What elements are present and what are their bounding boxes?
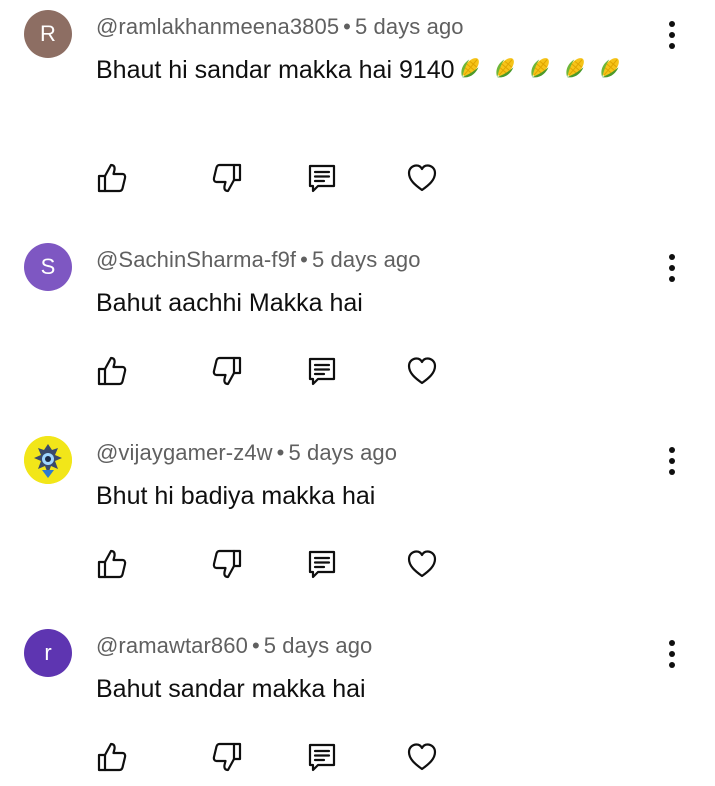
reply-comment-icon [308,164,336,193]
avatar[interactable]: r [24,629,72,677]
dislike-button[interactable] [207,737,247,777]
avatar-letter: S [40,254,56,279]
reply-button[interactable] [302,158,342,198]
comment-time: 5 days ago [263,633,373,658]
comment-author[interactable]: @vijaygamer-z4w [96,440,273,465]
thumbs-up-icon [97,356,127,386]
corn-emoji-icon [531,58,549,78]
comment-meta: @ramlakhanmeena3805 • 5 days ago [96,14,464,40]
heart-button[interactable] [402,737,442,777]
comment-meta: @SachinSharma-f9f • 5 days ago [96,247,421,273]
heart-icon [407,164,437,192]
heart-icon [407,550,437,578]
dislike-button[interactable] [207,544,247,584]
thumbs-down-icon [212,549,242,579]
avatar-letter: R [40,21,56,46]
comment-text: Bhaut hi sandar makka hai 9140 [96,52,656,88]
comment-item: r @ramawtar860 • 5 days ago Bahut sandar m… [0,629,715,779]
comment-item: R @ramlakhanmeena3805 • 5 days ago Bhaut h… [0,10,715,200]
avatar[interactable]: S [24,243,72,291]
comment-text: Bahut aachhi Makka hai [96,285,656,321]
comment-body: Bahut aachhi Makka hai [96,289,363,317]
like-button[interactable] [92,737,132,777]
comment-author[interactable]: @ramlakhanmeena3805 [96,14,339,39]
more-vert-icon[interactable] [660,637,684,671]
reply-button[interactable] [302,351,342,391]
more-vert-icon[interactable] [660,251,684,285]
corn-emoji-icon [461,58,479,78]
reply-button[interactable] [302,544,342,584]
avatar[interactable]: R [24,10,72,58]
comment-text: Bhut hi badiya makka hai [96,478,656,514]
thumbs-up-icon [97,163,127,193]
meta-separator: • [300,247,308,272]
thumbs-up-icon [97,549,127,579]
reply-button[interactable] [302,737,342,777]
comment-meta: @vijaygamer-z4w • 5 days ago [96,440,397,466]
meta-separator: • [276,440,285,465]
comment-actions [0,351,715,391]
comment-meta: @ramawtar860 • 5 days ago [96,633,372,659]
heart-button[interactable] [402,158,442,198]
comment-text: Bahut sandar makka hai [96,671,656,707]
meta-separator: • [251,633,260,658]
comment-time: 5 days ago [288,440,398,465]
comment-body: Bhut hi badiya makka hai [96,482,376,510]
comment-body: Bahut sandar makka hai [96,675,366,703]
dislike-button[interactable] [207,351,247,391]
comment-item: @vijaygamer-z4w • 5 days ago Bhut hi badiy… [0,436,715,586]
heart-button[interactable] [402,544,442,584]
heart-button[interactable] [402,351,442,391]
comment-time: 5 days ago [354,14,464,39]
reply-comment-icon [308,357,336,386]
thumbs-up-icon [97,742,127,772]
heart-icon [407,743,437,771]
comment-actions [0,737,715,777]
comment-author[interactable]: @ramawtar860 [96,633,248,658]
thumbs-down-icon [212,163,242,193]
avatar-letter: r [44,640,52,665]
comment-body: Bhaut hi sandar makka hai 9140 [96,56,455,84]
dislike-button[interactable] [207,158,247,198]
reply-comment-icon [308,550,336,579]
gamer-avatar-image [24,436,72,484]
reply-comment-icon [308,743,336,772]
comment-author[interactable]: @SachinSharma-f9f [96,247,296,272]
like-button[interactable] [92,158,132,198]
like-button[interactable] [92,544,132,584]
meta-separator: • [343,14,351,39]
corn-emoji-icon [566,58,584,78]
comment-actions [0,544,715,584]
comment-item: S @SachinSharma-f9f • 5 days ago Bahut aac… [0,243,715,393]
heart-icon [407,357,437,385]
comment-actions [0,158,715,198]
corn-emoji-icon [601,58,619,78]
thumbs-down-icon [212,742,242,772]
more-vert-icon[interactable] [660,444,684,478]
avatar[interactable] [24,436,72,484]
like-button[interactable] [92,351,132,391]
corn-emoji-icon [496,58,514,78]
comment-time: 5 days ago [311,247,421,272]
more-vert-icon[interactable] [660,18,684,52]
thumbs-down-icon [212,356,242,386]
